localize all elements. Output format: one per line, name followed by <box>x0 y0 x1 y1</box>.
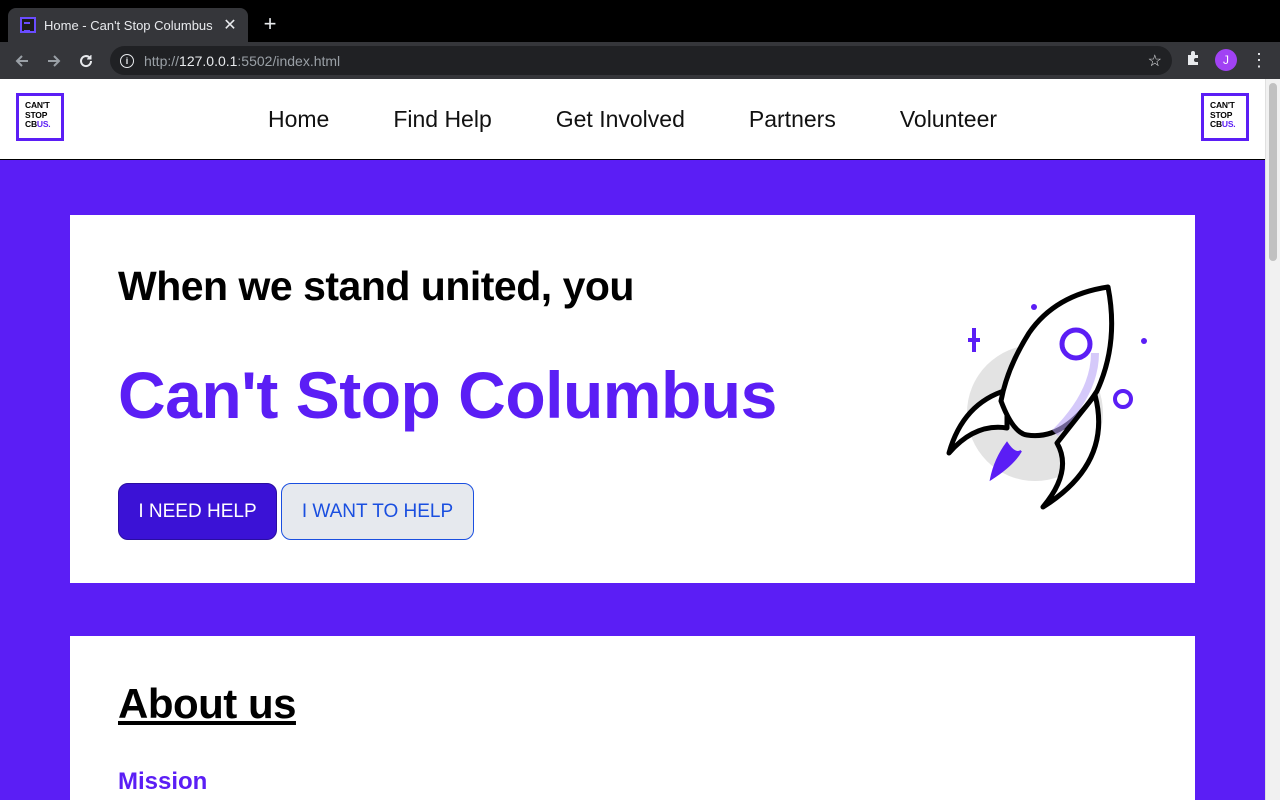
forward-button[interactable] <box>38 45 70 77</box>
browser-toolbar: i http://127.0.0.1:5502/index.html ☆ <box>0 42 1280 79</box>
back-button[interactable] <box>6 45 38 77</box>
nav-get-involved[interactable]: Get Involved <box>524 106 717 133</box>
page-scrollbar[interactable] <box>1265 79 1280 800</box>
hero-section: When we stand united, you Can't Stop Col… <box>70 215 1195 583</box>
browser-menu-icon[interactable]: ⋮ <box>1250 48 1268 72</box>
new-tab-button[interactable]: + <box>258 12 282 36</box>
rocket-illustration-icon <box>946 284 1147 510</box>
back-arrow-icon <box>15 54 28 67</box>
forward-arrow-icon <box>48 54 61 67</box>
tab-title: Home - Can't Stop Columbus <box>44 17 213 33</box>
url-text: http://127.0.0.1:5502/index.html <box>144 52 341 69</box>
close-tab-icon[interactable]: ✕ <box>222 15 238 35</box>
about-heading: About us <box>118 680 296 727</box>
address-bar[interactable]: i http://127.0.0.1:5502/index.html ☆ <box>110 46 1172 75</box>
site-info-icon[interactable]: i <box>120 53 134 68</box>
need-help-button[interactable]: I NEED HELP <box>118 483 277 540</box>
reload-icon <box>80 54 93 67</box>
scrollbar-thumb[interactable] <box>1269 83 1277 261</box>
mission-subheading: Mission <box>118 768 208 795</box>
main-nav: Home Find Help Get Involved Partners Vol… <box>0 79 1265 159</box>
browser-tab[interactable]: Home - Can't Stop Columbus ✕ <box>8 8 248 42</box>
reload-button[interactable] <box>70 45 102 77</box>
profile-avatar[interactable]: J <box>1215 49 1237 71</box>
extensions-puzzle-icon[interactable] <box>1185 50 1201 71</box>
bookmark-star-icon[interactable]: ☆ <box>1148 51 1162 71</box>
hero-brand-name: Can't Stop Columbus <box>118 358 777 432</box>
favicon-icon <box>20 17 36 33</box>
logo-right[interactable]: CAN'T STOP CBUS. <box>1201 93 1249 141</box>
nav-find-help[interactable]: Find Help <box>361 106 523 133</box>
site-header: CAN'T STOP CBUS. Home Find Help Get Invo… <box>0 79 1265 160</box>
nav-volunteer[interactable]: Volunteer <box>868 106 1029 133</box>
nav-home[interactable]: Home <box>236 106 361 133</box>
page-viewport: CAN'T STOP CBUS. Home Find Help Get Invo… <box>0 79 1265 800</box>
want-to-help-button[interactable]: I WANT TO HELP <box>281 483 474 540</box>
about-section: About us Mission <box>70 636 1195 800</box>
nav-partners[interactable]: Partners <box>717 106 868 133</box>
hero-tagline: When we stand united, you <box>118 263 634 309</box>
browser-tab-bar: Home - Can't Stop Columbus ✕ + <box>0 0 1280 42</box>
